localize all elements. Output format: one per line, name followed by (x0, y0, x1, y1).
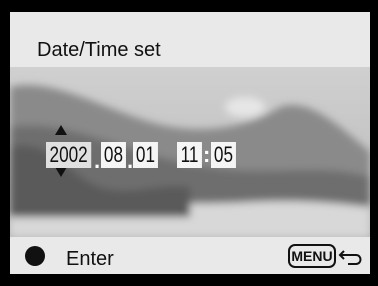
lcd-screen: Date/Time set 2002 . 08 . 01 11: 05 Ent… (10, 12, 370, 274)
day-field[interactable]: 01 (133, 142, 158, 168)
minute-field[interactable]: 05 (211, 142, 236, 168)
date-separator: . (94, 148, 101, 173)
hour-field[interactable]: 11 (177, 142, 202, 168)
time-separator: : (203, 142, 211, 167)
page-title: Date/Time set (37, 39, 161, 61)
increment-arrow-icon[interactable] (55, 125, 67, 135)
menu-return-icon[interactable]: MENU (288, 244, 368, 268)
camera-lcd-frame: Date/Time set 2002 . 08 . 01 11: 05 Ent… (0, 0, 378, 286)
filled-circle-icon (25, 246, 45, 266)
month-field[interactable]: 08 (101, 142, 126, 168)
bottom-bar: Enter MENU (10, 237, 370, 274)
menu-label: MENU (291, 248, 332, 264)
enter-label[interactable]: Enter (66, 248, 114, 271)
title-bar: Date/Time set (10, 12, 370, 67)
decrement-arrow-icon[interactable] (55, 167, 67, 177)
year-field[interactable]: 2002 (46, 142, 92, 168)
